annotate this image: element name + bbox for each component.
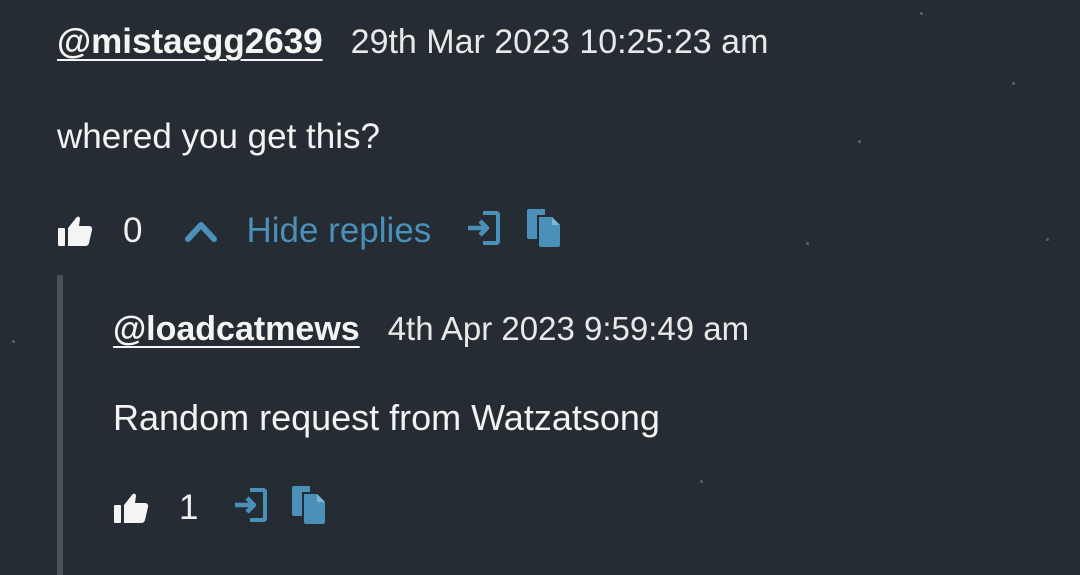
reply: @loadcatmews 4th Apr 2023 9:59:49 am Ran… <box>113 310 1053 531</box>
thumbs-up-icon[interactable] <box>113 491 149 525</box>
like-count: 0 <box>123 210 143 250</box>
comment-actions: 0 Hide replies <box>57 207 1057 254</box>
reply-author-link[interactable]: @loadcatmews <box>113 310 360 349</box>
reply-timestamp: 4th Apr 2023 9:59:49 am <box>387 310 750 347</box>
comment-author-link[interactable]: @mistaegg2639 <box>57 22 323 62</box>
sign-in-icon[interactable] <box>232 487 268 528</box>
background-speck <box>920 12 923 15</box>
like-count: 1 <box>179 487 199 527</box>
copy-icon[interactable] <box>290 484 326 531</box>
thumbs-up-icon[interactable] <box>57 214 93 248</box>
background-speck <box>12 340 15 343</box>
hide-replies-button[interactable]: Hide replies <box>184 211 431 251</box>
comment-meta: @mistaegg2639 29th Mar 2023 10:25:23 am <box>57 22 1057 62</box>
sign-in-icon[interactable] <box>465 210 501 251</box>
comment-text: whered you get this? <box>57 117 380 156</box>
thread-line <box>57 275 63 575</box>
hide-replies-label: Hide replies <box>246 210 432 250</box>
replies-thread: @loadcatmews 4th Apr 2023 9:59:49 am Ran… <box>57 275 1057 575</box>
comment-timestamp: 29th Mar 2023 10:25:23 am <box>350 23 769 61</box>
reply-meta: @loadcatmews 4th Apr 2023 9:59:49 am <box>113 310 1053 349</box>
reply-actions: 1 <box>113 484 1053 531</box>
chevron-up-icon <box>184 219 218 243</box>
comment: @mistaegg2639 29th Mar 2023 10:25:23 am … <box>57 22 1057 254</box>
reply-text: Random request from Watzatsong <box>113 397 660 438</box>
copy-icon[interactable] <box>525 207 561 254</box>
